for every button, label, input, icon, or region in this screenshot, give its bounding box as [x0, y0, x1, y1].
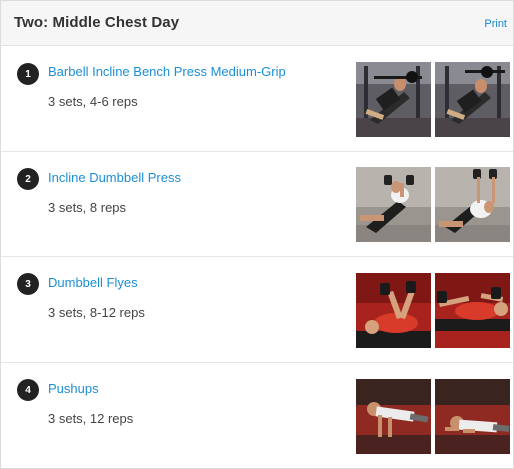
exercise-number-badge: 4 — [17, 379, 39, 401]
exercise-start-image[interactable] — [356, 167, 431, 242]
exercise-start-image[interactable] — [356, 62, 431, 137]
exercise-row-3: 3 Dumbbell Flyes 3 sets, 8-12 reps — [1, 257, 513, 363]
exercise-name-link[interactable]: Pushups — [48, 381, 99, 396]
print-link[interactable]: Print — [484, 18, 507, 30]
exercise-name-link[interactable]: Barbell Incline Bench Press Medium-Grip — [48, 64, 286, 79]
exercise-end-image[interactable] — [435, 62, 510, 137]
exercise-sets: 3 sets, 8-12 reps — [48, 305, 145, 320]
workout-title: Two: Middle Chest Day — [14, 14, 180, 31]
exercise-sets: 3 sets, 4-6 reps — [48, 94, 138, 109]
exercise-end-image[interactable] — [435, 379, 510, 454]
exercise-row-4: 4 Pushups 3 sets, 12 reps — [1, 363, 513, 468]
exercise-row-2: 2 Incline Dumbbell Press 3 sets, 8 reps — [1, 152, 513, 257]
exercise-start-image[interactable] — [356, 379, 431, 454]
workout-header: Two: Middle Chest Day Print — [1, 1, 513, 46]
exercise-name-link[interactable]: Incline Dumbbell Press — [48, 170, 181, 185]
exercise-end-image[interactable] — [435, 273, 510, 348]
exercise-sets: 3 sets, 8 reps — [48, 200, 127, 215]
exercise-sets: 3 sets, 12 reps — [48, 411, 134, 426]
exercise-end-image[interactable] — [435, 167, 510, 242]
exercise-number-badge: 1 — [17, 63, 39, 85]
exercise-name-link[interactable]: Dumbbell Flyes — [48, 275, 138, 290]
exercise-number-badge: 3 — [17, 273, 39, 295]
exercise-row-1: 1 Barbell Incline Bench Press Medium-Gri… — [1, 46, 513, 152]
workout-card: Two: Middle Chest Day Print 1 Barbell In… — [0, 0, 514, 469]
exercise-number-badge: 2 — [17, 168, 39, 190]
exercise-start-image[interactable] — [356, 273, 431, 348]
